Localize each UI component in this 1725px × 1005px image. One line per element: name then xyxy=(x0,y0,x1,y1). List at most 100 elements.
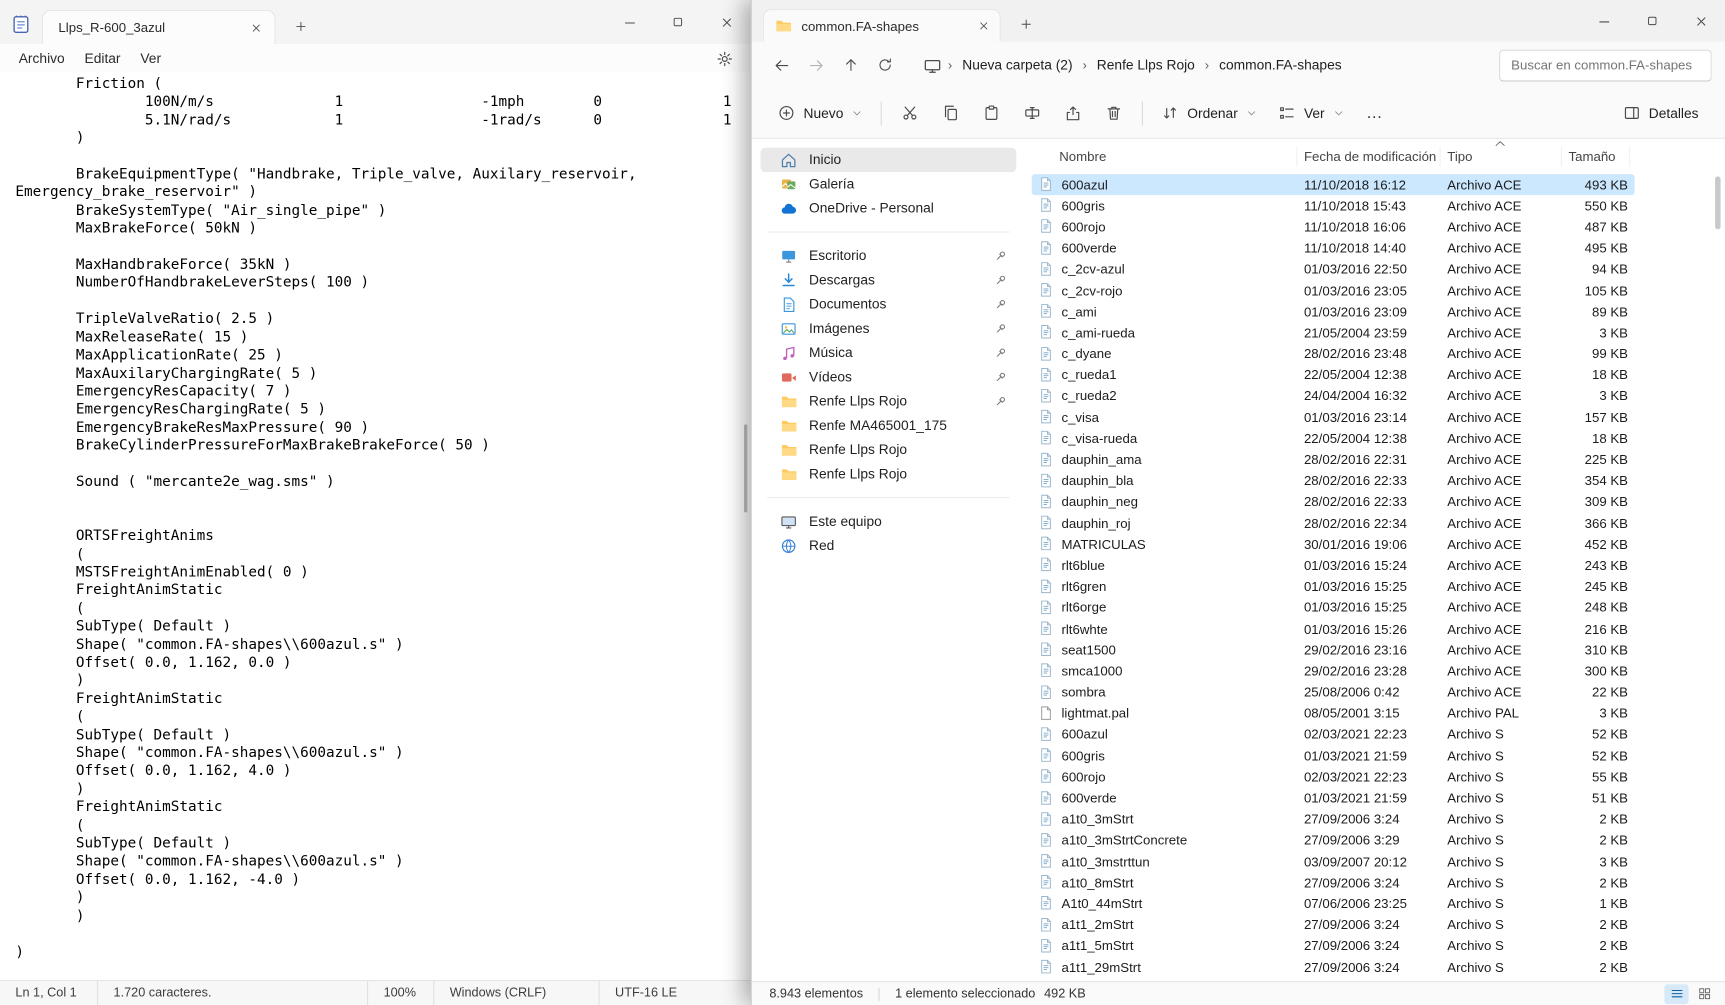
maximize-button[interactable] xyxy=(654,0,702,44)
file-row[interactable]: a1t1_2mStrt27/09/2006 3:24Archivo S2 KB xyxy=(1032,914,1635,935)
sidebar-item-escritorio[interactable]: Escritorio xyxy=(761,244,1017,268)
forward-button[interactable] xyxy=(799,48,833,82)
file-row[interactable]: a1t1_29mStrt27/09/2006 3:24Archivo S2 KB xyxy=(1032,957,1635,978)
rename-button[interactable] xyxy=(1012,94,1053,131)
file-row[interactable]: 600rojo02/03/2021 22:23Archivo S55 KB xyxy=(1032,766,1635,787)
new-button[interactable]: Nuevo xyxy=(767,94,873,131)
file-row[interactable]: rlt6gren01/03/2016 15:25Archivo ACE245 K… xyxy=(1032,576,1635,597)
sidebar-item-galer-a[interactable]: Galería xyxy=(761,172,1017,196)
maximize-button[interactable] xyxy=(1628,0,1676,42)
notepad-editor[interactable]: Friction ( 100N/m/s 1 -1mph 0 1 5.1N/rad… xyxy=(0,73,751,980)
minimize-button[interactable] xyxy=(1580,0,1628,42)
zoom-level[interactable]: 100% xyxy=(367,981,433,1005)
file-row[interactable]: 600verde01/03/2021 21:59Archivo S51 KB xyxy=(1032,787,1635,808)
file-row[interactable]: 600gris01/03/2021 21:59Archivo S52 KB xyxy=(1032,745,1635,766)
sidebar-item-renfe-ma465001-175[interactable]: Renfe MA465001_175 xyxy=(761,413,1017,437)
column-header-tamano[interactable]: Tamaño xyxy=(1562,147,1630,167)
sidebar-item-renfe-llps-rojo[interactable]: Renfe Llps Rojo xyxy=(761,462,1017,486)
details-pane-button[interactable]: Detalles xyxy=(1612,94,1709,131)
notepad-scrollbar-thumb[interactable] xyxy=(744,424,747,512)
breadcrumb-item[interactable]: Renfe Llps Rojo xyxy=(1089,54,1202,76)
share-button[interactable] xyxy=(1053,94,1094,131)
file-row[interactable]: a1t0_8mStrt27/09/2006 3:24Archivo S2 KB xyxy=(1032,872,1635,893)
sidebar-item-inicio[interactable]: Inicio xyxy=(761,148,1017,172)
menu-ver[interactable]: Ver xyxy=(130,47,171,69)
column-header-tipo[interactable]: Tipo xyxy=(1441,147,1562,167)
file-row[interactable]: c_ami01/03/2016 23:09Archivo ACE89 KB xyxy=(1032,301,1635,322)
sort-button[interactable]: Ordenar xyxy=(1151,94,1268,131)
sidebar-item-documentos[interactable]: Documentos xyxy=(761,292,1017,316)
file-row[interactable]: lightmat.pal08/05/2001 3:15Archivo PAL3 … xyxy=(1032,703,1635,724)
column-header-fecha[interactable]: Fecha de modificación xyxy=(1297,147,1440,167)
icons-view-toggle[interactable] xyxy=(1692,984,1716,1004)
tab-close-icon[interactable] xyxy=(973,16,993,36)
sidebar-item-red[interactable]: Red xyxy=(761,533,1017,557)
file-row[interactable]: c_visa-rueda22/05/2004 12:38Archivo ACE1… xyxy=(1032,428,1635,449)
explorer-tab[interactable]: common.FA-shapes xyxy=(763,9,1001,42)
new-tab-button[interactable] xyxy=(289,14,313,38)
file-row[interactable]: dauphin_ama28/02/2016 22:31Archivo ACE22… xyxy=(1032,449,1635,470)
file-row[interactable]: rlt6orge01/03/2016 15:25Archivo ACE248 K… xyxy=(1032,597,1635,618)
close-button[interactable] xyxy=(702,0,750,44)
file-row[interactable]: A1t0_44mStrt07/06/2006 23:25Archivo S1 K… xyxy=(1032,893,1635,914)
view-button[interactable]: Ver xyxy=(1268,94,1355,131)
details-view-toggle[interactable] xyxy=(1664,984,1688,1004)
minimize-button[interactable] xyxy=(605,0,653,44)
notepad-text[interactable]: Friction ( 100N/m/s 1 -1mph 0 1 5.1N/rad… xyxy=(0,73,740,980)
encoding[interactable]: UTF-16 LE xyxy=(599,981,751,1005)
notepad-tab[interactable]: Llps_R-600_3azul xyxy=(42,10,276,44)
file-row[interactable]: 600rojo11/10/2018 16:06Archivo ACE487 KB xyxy=(1032,216,1635,237)
settings-gear-icon[interactable] xyxy=(711,46,737,70)
file-row[interactable]: c_dyane28/02/2016 23:48Archivo ACE99 KB xyxy=(1032,343,1635,364)
breadcrumb-item[interactable]: Nueva carpeta (2) xyxy=(955,54,1081,76)
file-row[interactable]: 600azul11/10/2018 16:12Archivo ACE493 KB xyxy=(1032,174,1635,195)
sidebar-item-m-sica[interactable]: Música xyxy=(761,341,1017,365)
file-row[interactable]: a1t0_3mstrttun03/09/2007 20:12Archivo S3… xyxy=(1032,851,1635,872)
file-row[interactable]: c_2cv-azul01/03/2016 22:50Archivo ACE94 … xyxy=(1032,259,1635,280)
breadcrumb-item[interactable]: common.FA-shapes xyxy=(1211,54,1349,76)
file-row[interactable]: rlt6whte01/03/2016 15:26Archivo ACE216 K… xyxy=(1032,618,1635,639)
search-input[interactable]: Buscar en common.FA-shapes xyxy=(1499,49,1712,81)
file-row[interactable]: c_ami-rueda21/05/2004 23:59Archivo ACE3 … xyxy=(1032,322,1635,343)
file-row[interactable]: 600gris11/10/2018 15:43Archivo ACE550 KB xyxy=(1032,195,1635,216)
file-row[interactable]: dauphin_bla28/02/2016 22:33Archivo ACE35… xyxy=(1032,470,1635,491)
copy-button[interactable] xyxy=(930,94,971,131)
eol-format[interactable]: Windows (CRLF) xyxy=(433,981,598,1005)
sidebar-item-este-equipo[interactable]: Este equipo xyxy=(761,509,1017,533)
close-button[interactable] xyxy=(1677,0,1725,42)
sidebar-item-im-genes[interactable]: Imágenes xyxy=(761,316,1017,340)
sidebar-item-renfe-llps-rojo[interactable]: Renfe Llps Rojo xyxy=(761,389,1017,413)
up-button[interactable] xyxy=(833,48,867,82)
more-button[interactable]: … xyxy=(1354,94,1395,131)
file-row[interactable]: smca100029/02/2016 23:28Archivo ACE300 K… xyxy=(1032,661,1635,682)
column-header-nombre[interactable]: Nombre xyxy=(1032,147,1298,167)
delete-button[interactable] xyxy=(1094,94,1135,131)
refresh-button[interactable] xyxy=(867,48,901,82)
sidebar-item-onedrive-personal[interactable]: OneDrive - Personal xyxy=(761,196,1017,220)
file-row[interactable]: c_rueda122/05/2004 12:38Archivo ACE18 KB xyxy=(1032,364,1635,385)
back-button[interactable] xyxy=(765,48,799,82)
file-row[interactable]: dauphin_roj28/02/2016 22:34Archivo ACE36… xyxy=(1032,513,1635,534)
file-row[interactable]: MATRICULAS30/01/2016 19:06Archivo ACE452… xyxy=(1032,534,1635,555)
file-row[interactable]: c_visa01/03/2016 23:14Archivo ACE157 KB xyxy=(1032,407,1635,428)
file-row[interactable]: a1t0_3mStrt27/09/2006 3:24Archivo S2 KB xyxy=(1032,809,1635,830)
menu-editar[interactable]: Editar xyxy=(75,47,131,69)
cut-button[interactable] xyxy=(890,94,931,131)
paste-button[interactable] xyxy=(971,94,1012,131)
file-row[interactable]: sombra25/08/2006 0:42Archivo ACE22 KB xyxy=(1032,682,1635,703)
new-tab-button[interactable] xyxy=(1014,12,1038,36)
file-row[interactable]: seat150029/02/2016 23:16Archivo ACE310 K… xyxy=(1032,639,1635,660)
menu-archivo[interactable]: Archivo xyxy=(9,47,75,69)
file-list-scrollbar-thumb[interactable] xyxy=(1715,176,1721,229)
file-row[interactable]: 600azul02/03/2021 22:23Archivo S52 KB xyxy=(1032,724,1635,745)
sidebar-item-v-deos[interactable]: Vídeos xyxy=(761,365,1017,389)
sidebar-item-renfe-llps-rojo[interactable]: Renfe Llps Rojo xyxy=(761,438,1017,462)
file-row[interactable]: rlt6blue01/03/2016 15:24Archivo ACE243 K… xyxy=(1032,555,1635,576)
file-row[interactable]: dauphin_neg28/02/2016 22:33Archivo ACE30… xyxy=(1032,491,1635,512)
file-row[interactable]: a1t1_5mStrt27/09/2006 3:24Archivo S2 KB xyxy=(1032,936,1635,957)
file-row[interactable]: a1t0_3mStrtConcrete27/09/2006 3:29Archiv… xyxy=(1032,830,1635,851)
sidebar-item-descargas[interactable]: Descargas xyxy=(761,268,1017,292)
file-row[interactable]: 600verde11/10/2018 14:40Archivo ACE495 K… xyxy=(1032,238,1635,259)
file-row[interactable]: c_rueda224/04/2004 16:32Archivo ACE3 KB xyxy=(1032,386,1635,407)
tab-close-icon[interactable] xyxy=(246,18,266,38)
